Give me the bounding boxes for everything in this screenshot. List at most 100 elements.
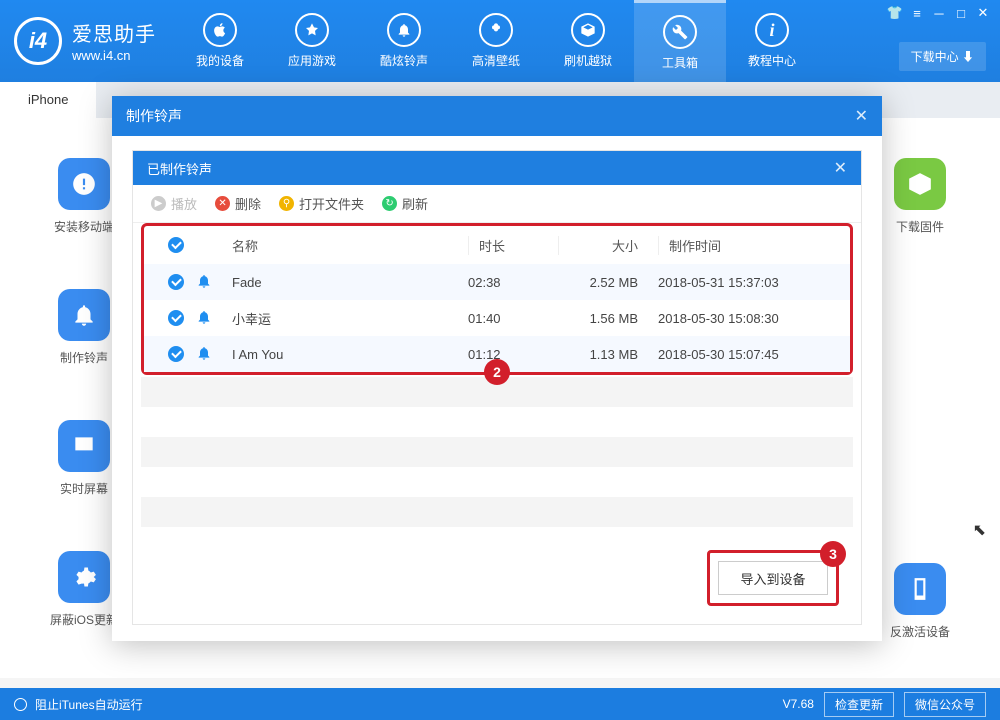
- brand-logo: i4: [14, 17, 62, 65]
- row-checkbox[interactable]: [168, 346, 184, 362]
- header-size[interactable]: 大小: [558, 236, 658, 255]
- header-name[interactable]: 名称: [232, 236, 468, 255]
- status-left: 阻止iTunes自动运行: [14, 696, 143, 713]
- status-right: V7.68 检查更新 微信公众号: [783, 692, 986, 717]
- open-folder-label: 打开文件夹: [299, 194, 364, 213]
- nav-apps[interactable]: 应用游戏: [266, 0, 358, 82]
- right-tools: 下载固件 反激活设备: [890, 158, 950, 640]
- app-header: i4 爱思助手 www.i4.cn 我的设备 应用游戏 酷炫铃声 高清壁纸 刷机…: [0, 0, 1000, 82]
- brand-name: 爱思助手: [72, 18, 156, 47]
- modal-outer-title: 制作铃声: [126, 106, 182, 126]
- cell-name: Fade: [232, 275, 468, 290]
- status-bar: 阻止iTunes自动运行 V7.68 检查更新 微信公众号: [0, 688, 1000, 720]
- ringtone-icon: [196, 313, 212, 328]
- callout-2: 2: [484, 359, 510, 385]
- tool-label: 下载固件: [896, 218, 944, 235]
- cell-time: 2018-05-30 15:07:45: [658, 347, 838, 362]
- itunes-block-label[interactable]: 阻止iTunes自动运行: [35, 696, 143, 713]
- cell-size: 2.52 MB: [558, 275, 658, 290]
- play-button[interactable]: ▶ 播放: [151, 194, 197, 213]
- table-row[interactable]: Fade 02:38 2.52 MB 2018-05-31 15:37:03: [144, 264, 850, 300]
- modal-outer-header: 制作铃声 ✕: [112, 96, 882, 136]
- header-time[interactable]: 制作时间: [658, 236, 838, 255]
- nav-label: 我的设备: [196, 52, 244, 69]
- delete-button[interactable]: ✕ 删除: [215, 194, 261, 213]
- download-center-button[interactable]: 下载中心 ⬇: [899, 42, 986, 71]
- close-icon[interactable]: ✕: [834, 158, 847, 178]
- cell-duration: 02:38: [468, 275, 558, 290]
- nav-toolbox[interactable]: 工具箱: [634, 0, 726, 82]
- apple-icon: [203, 13, 237, 47]
- modal-inner-header: 已制作铃声 ✕: [133, 151, 861, 185]
- nav-label: 工具箱: [662, 54, 698, 71]
- minimize-icon[interactable]: ─: [928, 4, 950, 22]
- import-to-device-button[interactable]: 导入到设备: [718, 561, 828, 595]
- tool-make-ringtone[interactable]: 制作铃声: [50, 289, 118, 366]
- cube-icon: [894, 158, 946, 210]
- modal-inner-title: 已制作铃声: [147, 159, 212, 178]
- close-icon[interactable]: ✕: [855, 106, 868, 126]
- delete-label: 删除: [235, 194, 261, 213]
- nav-flash[interactable]: 刷机越狱: [542, 0, 634, 82]
- row-checkbox[interactable]: [168, 310, 184, 326]
- cell-name: 小幸运: [232, 309, 468, 328]
- make-ringtone-modal: 制作铃声 ✕ 已制作铃声 ✕ ▶ 播放 ✕ 删除 ⚲ 打开文件夹 ↻ 刷新: [112, 96, 882, 641]
- callout-3: 3: [820, 541, 846, 567]
- cell-size: 1.56 MB: [558, 311, 658, 326]
- skin-icon[interactable]: 👕: [884, 4, 906, 22]
- cell-time: 2018-05-31 15:37:03: [658, 275, 838, 290]
- tool-label: 制作铃声: [60, 349, 108, 366]
- tab-iphone[interactable]: iPhone: [0, 82, 96, 118]
- version-label: V7.68: [783, 697, 814, 711]
- download-center-label: 下载中心: [911, 50, 959, 64]
- open-folder-button[interactable]: ⚲ 打开文件夹: [279, 194, 364, 213]
- tool-label: 反激活设备: [890, 623, 950, 640]
- cell-name: I Am You: [232, 347, 468, 362]
- modal-footer: 导入到设备 3: [707, 550, 839, 606]
- menu-icon[interactable]: ≡: [906, 4, 928, 22]
- nav-label: 应用游戏: [288, 52, 336, 69]
- nav-my-device[interactable]: 我的设备: [174, 0, 266, 82]
- wechat-button[interactable]: 微信公众号: [904, 692, 986, 717]
- gear-icon: [58, 551, 110, 603]
- box-icon: [571, 13, 605, 47]
- row-checkbox[interactable]: [168, 274, 184, 290]
- tool-screen[interactable]: 实时屏幕: [50, 420, 118, 497]
- play-label: 播放: [171, 194, 197, 213]
- radio-icon[interactable]: [14, 698, 27, 711]
- install-icon: [58, 158, 110, 210]
- tool-deactivate[interactable]: 反激活设备: [890, 563, 950, 640]
- header-duration[interactable]: 时长: [468, 236, 558, 255]
- cell-size: 1.13 MB: [558, 347, 658, 362]
- brand-site: www.i4.cn: [72, 48, 131, 63]
- select-all-checkbox[interactable]: [168, 237, 184, 253]
- nav-tutorials[interactable]: i 教程中心: [726, 0, 818, 82]
- nav-ringtones[interactable]: 酷炫铃声: [358, 0, 450, 82]
- check-update-button[interactable]: 检查更新: [824, 692, 894, 717]
- appstore-icon: [295, 13, 329, 47]
- info-icon: i: [755, 13, 789, 47]
- table-row[interactable]: 小幸运 01:40 1.56 MB 2018-05-30 15:08:30: [144, 300, 850, 336]
- cell-time: 2018-05-30 15:08:30: [658, 311, 838, 326]
- tool-download-firmware[interactable]: 下载固件: [890, 158, 950, 235]
- bell-icon: [387, 13, 421, 47]
- cell-duration: 01:40: [468, 311, 558, 326]
- brand-block: i4 爱思助手 www.i4.cn: [0, 17, 174, 65]
- nav-label: 刷机越狱: [564, 52, 612, 69]
- import-highlight: 导入到设备 3: [707, 550, 839, 606]
- tool-label: 实时屏幕: [60, 480, 108, 497]
- tool-block-update[interactable]: 屏蔽iOS更新: [50, 551, 118, 628]
- table-header: 名称 时长 大小 制作时间: [144, 226, 850, 264]
- empty-rows: [133, 375, 861, 557]
- tool-install-mobile[interactable]: 安装移动端: [50, 158, 118, 235]
- ringtone-icon: [58, 289, 110, 341]
- close-icon[interactable]: ✕: [972, 4, 994, 22]
- nav-label: 教程中心: [748, 52, 796, 69]
- play-icon: ▶: [151, 196, 166, 211]
- ringtone-icon: [196, 277, 212, 292]
- window-controls: 👕 ≡ ─ □ ✕: [884, 4, 994, 22]
- refresh-button[interactable]: ↻ 刷新: [382, 194, 428, 213]
- nav-wallpapers[interactable]: 高清壁纸: [450, 0, 542, 82]
- maximize-icon[interactable]: □: [950, 4, 972, 22]
- left-tools: 安装移动端 制作铃声 实时屏幕 屏蔽iOS更新: [50, 158, 118, 628]
